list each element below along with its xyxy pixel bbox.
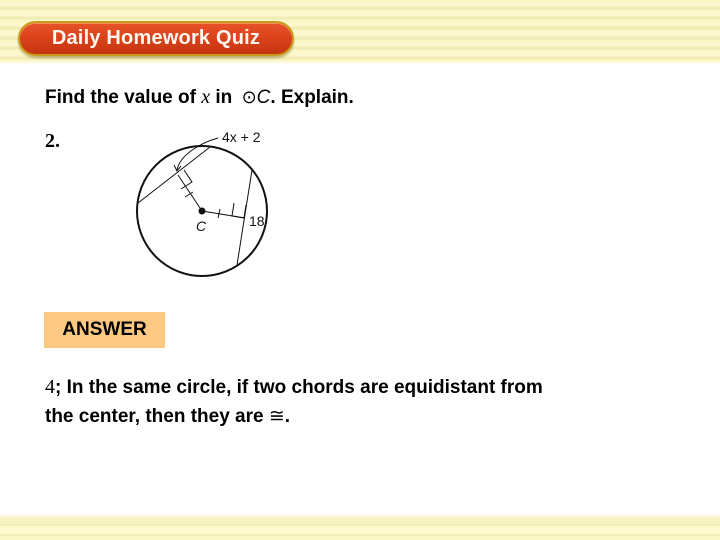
explanation-line-2: the center, then they are: [45, 406, 269, 427]
answer-label-box: ANSWER: [44, 312, 165, 348]
perpendicular-1: [177, 174, 203, 212]
right-angle-mark-1: [180, 169, 193, 190]
answer-explanation: 4; In the same circle, if two chords are…: [45, 373, 695, 431]
center-point: [198, 207, 206, 215]
prompt-text-mid: in: [210, 87, 238, 108]
prompt-text-suffix: . Explain.: [270, 87, 354, 108]
variable-x: x: [201, 86, 211, 108]
circle-dot-icon: ⊙: [241, 87, 257, 107]
explanation-end: .: [284, 406, 291, 427]
center-label: C: [196, 218, 207, 234]
question-prompt: Find the value of x in ⊙C. Explain.: [45, 86, 354, 109]
quiz-title-banner: Daily Homework Quiz: [18, 21, 294, 56]
congruent-icon: ≅: [268, 406, 285, 427]
footer-band: [0, 514, 720, 540]
label-leader-arrow: [176, 137, 219, 171]
circle-diagram: 4x + 2 18 C: [136, 129, 268, 277]
quiz-title: Daily Homework Quiz: [51, 27, 261, 49]
explanation-line-1: ; In the same circle, if two chords are …: [55, 377, 543, 398]
chord-2-label: 18: [249, 213, 265, 229]
answer-value: 4: [45, 376, 55, 398]
question-number: 2.: [45, 130, 60, 152]
answer-label: ANSWER: [62, 319, 147, 340]
circle-name: C: [256, 87, 271, 108]
chord-1-label: 4x + 2: [222, 129, 261, 145]
prompt-text: Find the value of: [45, 87, 202, 108]
